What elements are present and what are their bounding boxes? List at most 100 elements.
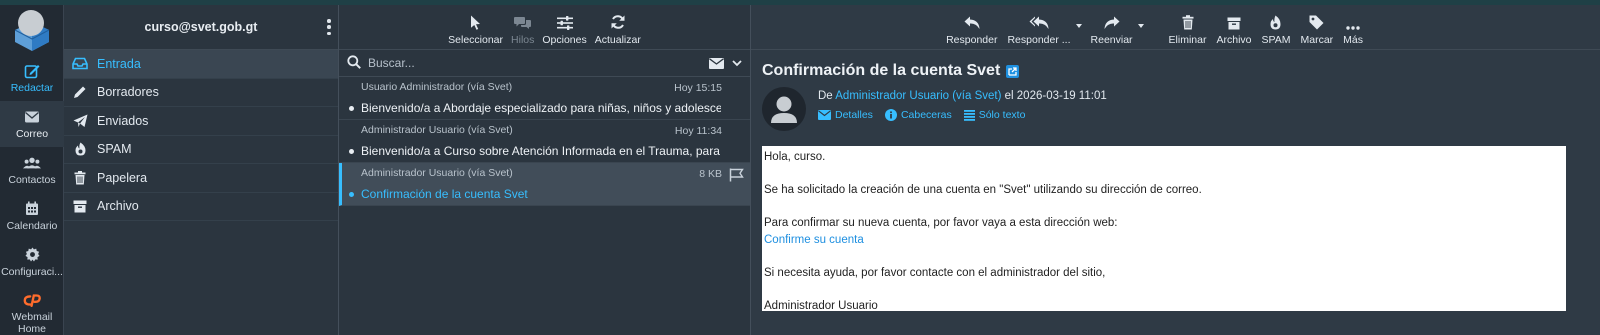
info-icon [884, 109, 897, 121]
header-info: De Administrador Usuario (vía Svet) el 2… [818, 87, 1107, 131]
more-horizontal-icon [1346, 12, 1360, 30]
forward-button[interactable]: Reenviar [1086, 12, 1138, 46]
delete-button[interactable]: Eliminar [1164, 12, 1212, 46]
trash-icon [72, 170, 88, 185]
folder-header: curso@svet.gob.gt [64, 5, 338, 50]
select-label: Seleccionar [448, 34, 504, 46]
body-line: Se ha solicitado la creación de una cuen… [764, 184, 1202, 196]
email-body: Hola, curso. Se ha solicitado la creació… [762, 146, 1566, 312]
more-label: Más [1343, 34, 1363, 46]
folder-trash[interactable]: Papelera [64, 164, 338, 193]
reply-label: Responder [946, 34, 998, 46]
send-icon [72, 114, 88, 128]
message-from: Administrador Usuario (vía Svet) [361, 167, 513, 179]
mark-button[interactable]: Marcar [1295, 12, 1338, 46]
search-input[interactable] [361, 56, 709, 70]
details-label: Detalles [835, 109, 873, 121]
reply-all-dropdown-icon[interactable] [1075, 24, 1082, 28]
message-date: Hoy 11:34 [674, 125, 722, 137]
threads-icon [514, 12, 532, 30]
logo[interactable] [0, 5, 64, 55]
forward-icon [1104, 12, 1120, 30]
nav-mail[interactable]: Correo [0, 101, 64, 147]
email-subject-row: Confirmación de la cuenta Svet [751, 50, 1600, 80]
folder-inbox-label: Entrada [97, 56, 141, 71]
body-greeting: Hola, curso. [764, 151, 826, 163]
list-toolbar: Seleccionar Hilos Opciones Actualizar [339, 5, 750, 50]
sliders-icon [556, 12, 573, 30]
avatar [762, 87, 806, 131]
folder-drafts[interactable]: Borradores [64, 79, 338, 107]
chevron-down-icon[interactable] [732, 59, 742, 67]
reply-all-icon [1029, 12, 1049, 30]
options-label: Opciones [542, 34, 587, 46]
refresh-label: Actualizar [594, 34, 641, 46]
threads-button[interactable]: Hilos [507, 12, 538, 46]
nav-calendar[interactable]: Calendario [0, 193, 64, 239]
flag-icon[interactable] [729, 168, 744, 185]
archive-button[interactable]: Archivo [1211, 12, 1256, 46]
threads-label: Hilos [511, 34, 535, 46]
folder-trash-label: Papelera [97, 170, 148, 185]
spam-label: SPAM [1261, 34, 1291, 46]
fire-icon [72, 142, 88, 156]
headers-label: Cabeceras [900, 109, 952, 121]
options-button[interactable]: Opciones [538, 12, 590, 46]
forward-dropdown-icon[interactable] [1137, 24, 1144, 28]
folder-inbox[interactable]: Entrada [64, 50, 338, 79]
app-nav: Redactar Correo Contactos Calendario Con… [0, 5, 64, 335]
nav-compose-label: Redactar [10, 81, 54, 94]
delete-label: Eliminar [1168, 34, 1207, 46]
sender-link[interactable]: Administrador Usuario (vía Svet) [835, 90, 1001, 102]
folder-spam[interactable]: SPAM [64, 136, 338, 164]
cursor-icon [470, 12, 481, 30]
plain-text-link[interactable]: Sólo texto [963, 109, 1026, 121]
reply-icon [964, 12, 980, 30]
contacts-icon [23, 155, 41, 171]
more-button[interactable]: Más [1338, 12, 1368, 46]
nav-settings[interactable]: Configuraci... [0, 239, 64, 285]
nav-settings-label: Configuraci... [1, 265, 63, 278]
folder-archive[interactable]: Archivo [64, 193, 338, 221]
envelope-filter-icon[interactable] [709, 57, 724, 69]
nav-contacts[interactable]: Contactos [0, 147, 64, 193]
refresh-button[interactable]: Actualizar [591, 12, 645, 46]
nav-calendar-label: Calendario [6, 219, 58, 232]
confirm-account-link[interactable]: Confirme su cuenta [764, 232, 1564, 249]
body-signature: Administrador Usuario [764, 299, 878, 312]
inbox-icon [72, 57, 88, 71]
from-prefix: De [818, 90, 833, 102]
archive-icon [1227, 12, 1241, 30]
spam-button[interactable]: SPAM [1257, 12, 1296, 46]
user-icon [771, 96, 797, 123]
message-row-selected[interactable]: Administrador Usuario (vía Svet) 8 KB Co… [339, 163, 750, 206]
more-vertical-icon[interactable] [326, 19, 332, 35]
message-list-pane: Seleccionar Hilos Opciones Actualizar Bu… [339, 5, 751, 335]
archive-label: Archivo [1216, 34, 1252, 46]
reply-all-button[interactable]: Responder ... [1002, 12, 1075, 46]
trash-icon [1182, 12, 1194, 30]
folder-sent[interactable]: Enviados [64, 107, 338, 136]
envelope-icon [818, 110, 831, 120]
folder-drafts-label: Borradores [97, 85, 159, 100]
select-button[interactable]: Seleccionar [444, 12, 507, 46]
message-row[interactable]: Administrador Usuario (vía Svet) Hoy 11:… [339, 120, 750, 163]
details-link[interactable]: Detalles [818, 109, 873, 121]
reply-button[interactable]: Responder [941, 12, 1002, 46]
search-icon [347, 54, 361, 72]
headers-link[interactable]: Cabeceras [884, 109, 952, 121]
nav-mail-label: Correo [15, 127, 49, 140]
mark-label: Marcar [1300, 34, 1334, 46]
nav-compose[interactable]: Redactar [0, 55, 64, 101]
open-external-icon[interactable] [1006, 64, 1020, 78]
tag-icon [1309, 12, 1324, 30]
email-header: De Administrador Usuario (vía Svet) el 2… [751, 80, 1600, 131]
refresh-icon [610, 12, 626, 30]
message-row[interactable]: Usuario Administrador (vía Svet) Hoy 15:… [339, 77, 750, 120]
folder-archive-label: Archivo [97, 199, 139, 214]
roundcube-logo-icon [14, 10, 50, 51]
nav-webmail-home[interactable]: Webmail Home [0, 285, 64, 335]
folder-sent-label: Enviados [97, 113, 149, 128]
plain-text-label: Sólo texto [978, 109, 1026, 121]
nav-contacts-label: Contactos [8, 173, 56, 186]
